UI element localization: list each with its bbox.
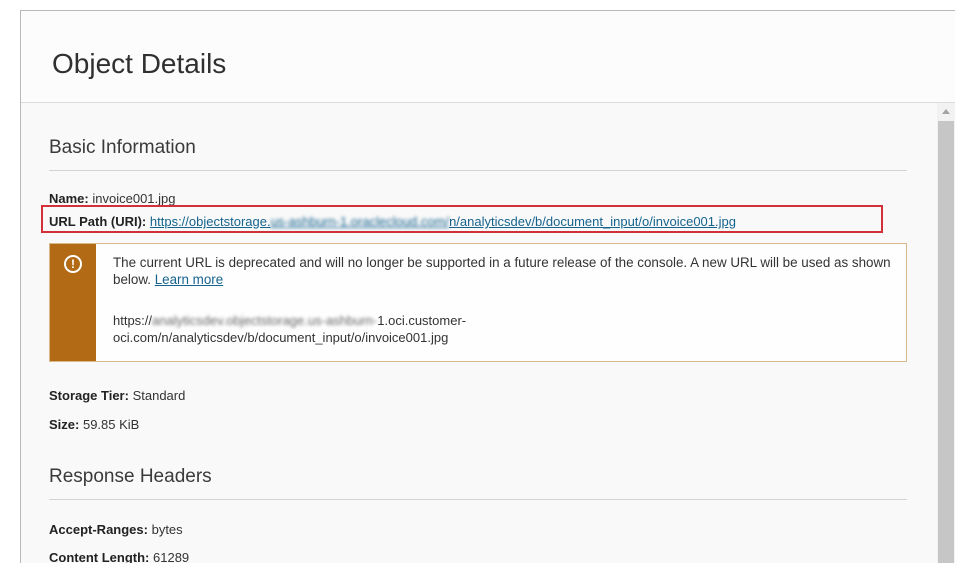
exclamation-circle-icon: ! [64, 255, 82, 273]
new-url-text: https://analyticsdev.objectstorage.us-as… [113, 312, 893, 346]
content-length-value: 61289 [153, 550, 190, 563]
deprecation-notice: ! The current URL is deprecated and will… [49, 243, 907, 362]
notice-message-text: The current URL is deprecated and will n… [113, 255, 891, 287]
size-label: Size: [49, 417, 80, 432]
notice-stripe: ! [50, 244, 96, 361]
size-field: Size: 59.85 KiB [49, 417, 139, 432]
storage-tier-field: Storage Tier: Standard [49, 388, 185, 403]
storage-tier-label: Storage Tier: [49, 388, 129, 403]
vertical-scrollbar[interactable] [937, 103, 955, 563]
accept-ranges-value: bytes [151, 522, 183, 537]
section-divider [49, 499, 907, 500]
details-content: Basic Information Name: invoice001.jpg U… [21, 103, 937, 563]
url-blurred-segment: us-ashburn-1.oraclecloud.com/ [270, 214, 450, 229]
notice-message: The current URL is deprecated and will n… [113, 254, 893, 288]
url-path-field: URL Path (URI): https://objectstorage.us… [49, 214, 736, 229]
storage-tier-value: Standard [132, 388, 186, 403]
content-length-label: Content Length: [49, 550, 150, 563]
panel-title: Object Details [52, 48, 227, 79]
accept-ranges-field: Accept-Ranges: bytes [49, 522, 183, 537]
name-field: Name: invoice001.jpg [49, 191, 176, 206]
section-divider [49, 170, 907, 171]
url-prefix: https://objectstorage. [149, 214, 271, 229]
panel-header: Object Details [21, 11, 955, 103]
new-url-blurred-segment: analyticsdev.objectstorage.us-ashburn- [152, 313, 378, 328]
content-length-field: Content Length: 61289 [49, 550, 189, 563]
object-details-panel: Object Details Basic Information Name: i… [20, 10, 955, 563]
response-headers-heading: Response Headers [49, 466, 212, 487]
new-url-line2: oci.com/n/analyticsdev/b/document_input/… [113, 330, 449, 345]
size-value: 59.85 KiB [82, 417, 140, 432]
name-value: invoice001.jpg [92, 191, 176, 206]
url-suffix: n/analyticsdev/b/document_input/o/invoic… [449, 214, 736, 229]
basic-information-heading: Basic Information [49, 137, 196, 158]
new-url-prefix: https:// [113, 313, 153, 328]
url-path-link[interactable]: https://objectstorage.us-ashburn-1.oracl… [150, 214, 736, 229]
accept-ranges-label: Accept-Ranges: [49, 522, 148, 537]
url-path-label: URL Path (URI): [49, 214, 147, 229]
scroll-up-arrow-icon[interactable] [942, 109, 950, 114]
scrollbar-thumb[interactable] [938, 121, 954, 563]
name-label: Name: [49, 191, 89, 206]
learn-more-link[interactable]: Learn more [155, 272, 223, 287]
new-url-suffix: 1.oci.customer- [377, 313, 467, 328]
